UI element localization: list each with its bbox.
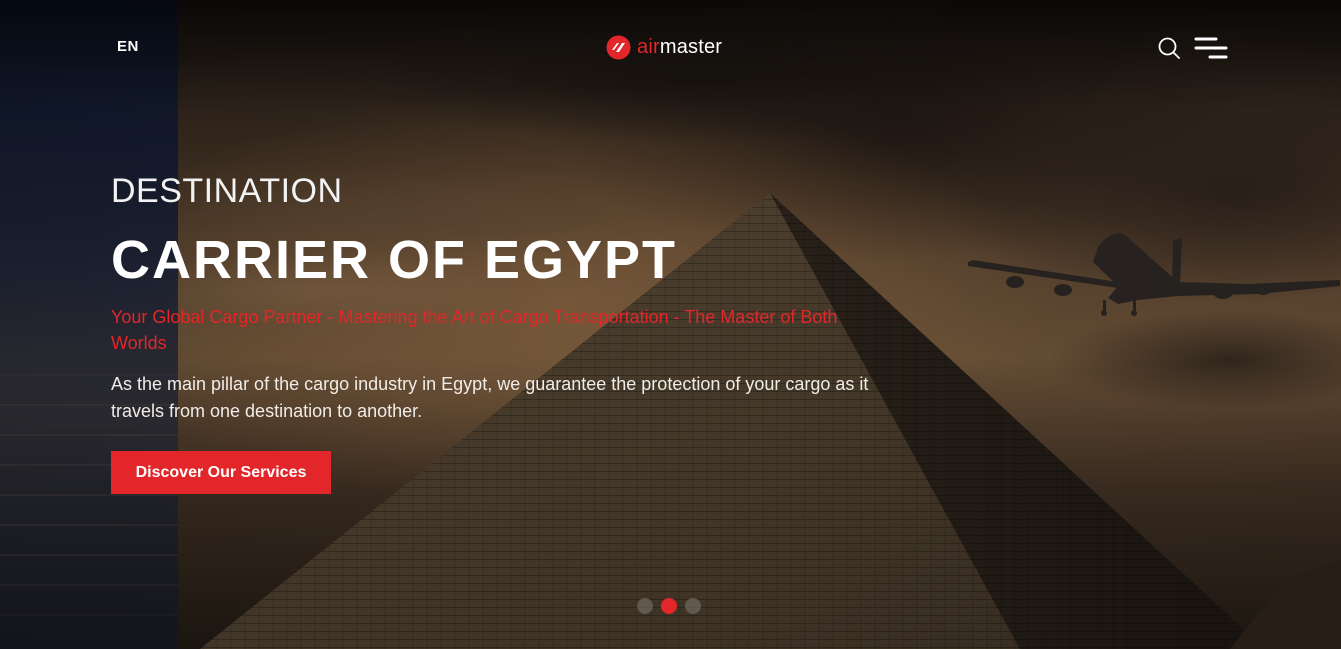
hero-headline: CARRIER OF EGYPT [111, 230, 678, 290]
hero-content: DESTINATION CARRIER OF EGYPT Your Global… [111, 170, 891, 494]
menu-icon[interactable] [1194, 36, 1228, 60]
airmaster-logo[interactable]: airmaster [606, 35, 722, 60]
search-icon[interactable] [1157, 36, 1181, 60]
discover-services-button[interactable]: Discover Our Services [111, 451, 331, 494]
hero-eyebrow: DESTINATION [111, 172, 343, 210]
language-switcher[interactable]: EN [117, 38, 139, 55]
hero-tagline: Your Global Cargo Partner - Mastering th… [111, 307, 838, 353]
carousel-dot-1[interactable] [637, 598, 653, 614]
logo-mark-icon [606, 35, 631, 60]
hero-banner: EN airmaster DESTINATION CARRIER OF EGYP… [0, 0, 1341, 649]
carousel-dots [637, 598, 701, 614]
carousel-dot-2[interactable] [661, 598, 677, 614]
hero-description: As the main pillar of the cargo industry… [111, 374, 869, 421]
logo-wordmark: airmaster [637, 36, 723, 58]
carousel-dot-3[interactable] [685, 598, 701, 614]
